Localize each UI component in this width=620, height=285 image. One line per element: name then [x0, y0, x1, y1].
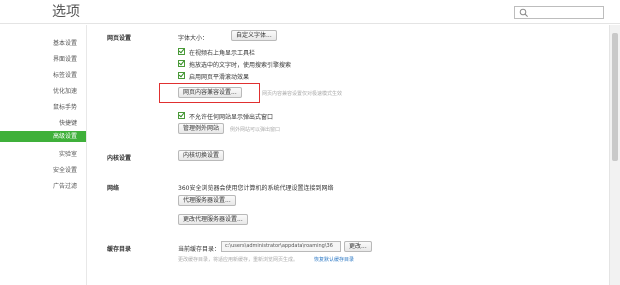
video-toolbar-checkbox[interactable]	[178, 48, 185, 55]
sidebar-item-mouse-gesture[interactable]: 鼠标手势	[53, 102, 77, 111]
sidebar-item-tabs[interactable]: 标签设置	[53, 70, 77, 79]
change-proxy-button[interactable]: 更改代理服务器设置...	[178, 214, 248, 225]
top-bar: 选项	[0, 0, 620, 24]
section-heading-network: 网络	[107, 185, 120, 192]
smooth-scroll-checkbox[interactable]	[178, 72, 185, 79]
change-cache-button[interactable]: 更改...	[344, 241, 372, 252]
block-popups-label: 不允许任何网站显示弹出式窗口	[189, 114, 274, 121]
sidebar-item-adblock[interactable]: 广告过滤	[53, 181, 77, 190]
network-description: 360安全浏览器会使用您计算机的系统代理设置连接到网络	[178, 185, 334, 192]
sidebar-item-optimize[interactable]: 优化加速	[53, 86, 77, 95]
search-icon[interactable]	[519, 8, 529, 18]
sidebar-item-advanced[interactable]: 高级设置	[0, 131, 86, 142]
restore-cache-link[interactable]: 恢复默认缓存目录	[314, 256, 354, 263]
scrollbar[interactable]	[609, 25, 620, 285]
sidebar-item-shortcuts[interactable]: 快捷键	[59, 118, 77, 127]
section-heading-cache: 缓存目录	[107, 246, 132, 253]
sidebar: 基本设置 界面设置 标签设置 优化加速 鼠标手势 快捷键 高级设置 实验室 安全…	[0, 25, 87, 285]
page-title: 选项	[52, 4, 80, 20]
smooth-scroll-label: 启用网页平滑滚动效果	[189, 74, 250, 81]
manage-exceptions-button[interactable]: 管理例外网站	[178, 123, 225, 134]
sidebar-item-lab[interactable]: 实验室	[59, 149, 77, 158]
scrollbar-thumb[interactable]	[612, 33, 618, 161]
font-size-label: 字体大小：	[178, 35, 209, 42]
cache-path-field[interactable]: c:\users\administrator\appdata\roaming\3…	[221, 241, 341, 252]
drag-search-checkbox[interactable]	[178, 60, 185, 67]
proxy-settings-button[interactable]: 代理服务器设置...	[178, 195, 236, 206]
custom-font-button[interactable]: 自定义字体...	[231, 30, 277, 41]
sidebar-item-basic[interactable]: 基本设置	[53, 38, 77, 47]
sidebar-item-security[interactable]: 安全设置	[53, 165, 77, 174]
compat-settings-button[interactable]: 网页内容兼容设置...	[178, 87, 242, 98]
section-heading-kernel: 内核设置	[107, 155, 132, 162]
kernel-switch-button[interactable]: 内核切换设置	[178, 150, 225, 161]
sidebar-item-interface[interactable]: 界面设置	[53, 54, 77, 63]
block-popups-checkbox[interactable]	[178, 112, 185, 119]
exceptions-hint: 例外网站可以弹出窗口	[230, 127, 281, 133]
compat-hint: 网页内容兼容设置仅对极速模式生效	[262, 91, 343, 97]
video-toolbar-label: 在视频右上角显示工具栏	[189, 50, 256, 57]
section-heading-webpage: 网页设置	[107, 35, 132, 42]
settings-content: 网页设置 字体大小： 自定义字体... 在视频右上角显示工具栏 拖放选中的文字时…	[88, 25, 608, 285]
cache-note: 更改缓存目录，将适应用新缓存，重新浏览网页生成。	[178, 257, 299, 263]
cache-dir-label: 当前缓存目录：	[178, 246, 221, 253]
drag-search-label: 拖放选中的文字时，使用搜索引擎搜索	[189, 62, 292, 69]
search-input[interactable]	[514, 6, 604, 19]
